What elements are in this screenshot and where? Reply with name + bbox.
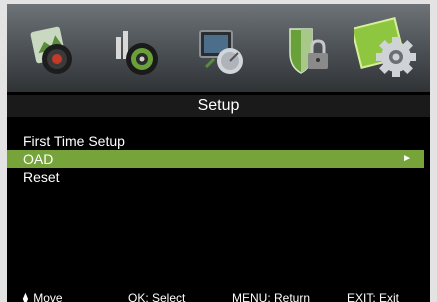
menu-item-reset[interactable]: Reset [7, 168, 424, 186]
lock-menu-icon[interactable] [282, 23, 334, 79]
menu-item-oad[interactable]: OAD ► [7, 150, 424, 168]
hint-move-label: Move [33, 291, 63, 302]
sound-menu-icon[interactable] [110, 23, 162, 79]
menu-item-label: Reset [23, 169, 60, 185]
hint-select: OK: Select [128, 291, 186, 302]
setup-menu-icon[interactable] [354, 13, 418, 85]
menu-item-label: OAD [23, 151, 54, 167]
menu-title: Setup [7, 95, 430, 117]
key-hint-bar: ▲ ▼ Move OK: Select MENU: Return EXIT: Ex… [7, 286, 430, 302]
picture-menu-icon[interactable] [27, 23, 79, 79]
channel-menu-icon[interactable] [196, 23, 248, 79]
menu-item-first-time-setup[interactable]: First Time Setup [7, 132, 424, 150]
tv-menu-screen: Setup First Time Setup OAD ► Reset ▲ ▼ Mo… [7, 4, 430, 302]
hint-move: ▲ ▼ Move [21, 290, 63, 302]
up-down-arrows-icon: ▲ ▼ [21, 289, 30, 302]
hint-return: MENU: Return [232, 291, 311, 302]
setup-menu-list: First Time Setup OAD ► Reset [7, 132, 430, 186]
menu-item-label: First Time Setup [23, 133, 125, 149]
menu-icon-bar [7, 4, 430, 92]
submenu-arrow-icon: ► [402, 153, 412, 164]
hint-exit: EXIT: Exit [347, 291, 400, 302]
